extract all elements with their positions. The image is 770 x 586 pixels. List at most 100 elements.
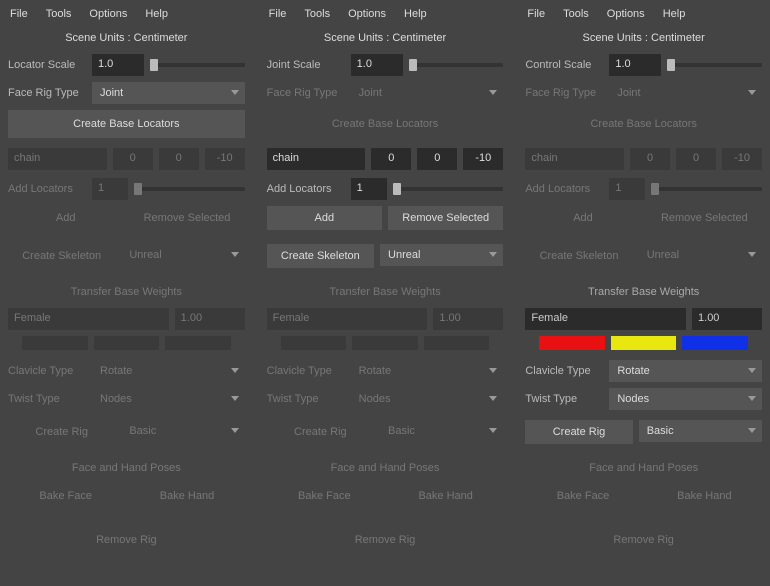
gender-input[interactable]: Female xyxy=(525,308,686,330)
scale-label: Joint Scale xyxy=(267,59,345,71)
facerig-label: Face Rig Type xyxy=(267,87,345,99)
scene-units-label: Scene Units : Centimeter xyxy=(267,28,504,54)
menu-file[interactable]: File xyxy=(10,8,28,20)
remove-rig-button: Remove Rig xyxy=(8,528,245,552)
addloc-slider xyxy=(651,187,762,191)
poses-header: Face and Hand Poses xyxy=(267,452,504,484)
create-base-button: Create Base Locators xyxy=(525,110,762,138)
addloc-value: 1 xyxy=(92,178,128,200)
add-button[interactable]: Add xyxy=(267,206,382,230)
weights-header: Transfer Base Weights xyxy=(525,276,762,308)
panel-locators: File Tools Options Help Scene Units : Ce… xyxy=(0,0,253,586)
create-skeleton-button: Create Skeleton xyxy=(8,244,115,268)
menu-help[interactable]: Help xyxy=(663,8,686,20)
rigmode-dropdown: Basic xyxy=(380,420,503,442)
bake-face-button: Bake Face xyxy=(267,484,382,508)
facerig-dropdown[interactable]: Joint xyxy=(92,82,245,104)
poses-header: Face and Hand Poses xyxy=(8,452,245,484)
create-base-button: Create Base Locators xyxy=(267,110,504,138)
create-rig-button: Create Rig xyxy=(8,420,115,444)
panel-skeleton: File Tools Options Help Scene Units : Ce… xyxy=(259,0,512,586)
twist-dropdown: Nodes xyxy=(351,388,504,410)
gender-value[interactable]: 1.00 xyxy=(692,308,762,330)
add-button: Add xyxy=(525,206,640,230)
addloc-value[interactable]: 1 xyxy=(351,178,387,200)
menubar: File Tools Options Help xyxy=(525,4,762,28)
engine-dropdown[interactable]: Unreal xyxy=(380,244,503,266)
facerig-label: Face Rig Type xyxy=(525,87,603,99)
chain-name-input: chain xyxy=(525,148,624,170)
addloc-value: 1 xyxy=(609,178,645,200)
scale-slider[interactable] xyxy=(409,63,504,67)
menu-tools[interactable]: Tools xyxy=(304,8,330,20)
menu-options[interactable]: Options xyxy=(607,8,645,20)
menu-tools[interactable]: Tools xyxy=(563,8,589,20)
chain-a: 0 xyxy=(630,148,670,170)
swatch-blue[interactable] xyxy=(682,336,748,350)
menubar: File Tools Options Help xyxy=(8,4,245,28)
remove-rig-button: Remove Rig xyxy=(267,528,504,552)
chain-a: 0 xyxy=(113,148,153,170)
rigmode-dropdown[interactable]: Basic xyxy=(639,420,762,442)
menu-tools[interactable]: Tools xyxy=(46,8,72,20)
menu-help[interactable]: Help xyxy=(145,8,168,20)
create-rig-button[interactable]: Create Rig xyxy=(525,420,632,444)
add-button: Add xyxy=(8,206,123,230)
remove-button[interactable]: Remove Selected xyxy=(388,206,503,230)
chain-c[interactable]: -10 xyxy=(463,148,503,170)
scale-label: Control Scale xyxy=(525,59,603,71)
menu-help[interactable]: Help xyxy=(404,8,427,20)
create-skeleton-button[interactable]: Create Skeleton xyxy=(267,244,374,268)
swatch-yellow[interactable] xyxy=(611,336,677,350)
gender-value: 1.00 xyxy=(175,308,245,330)
scale-input[interactable]: 1.0 xyxy=(92,54,144,76)
scene-units-label: Scene Units : Centimeter xyxy=(525,28,762,54)
engine-dropdown: Unreal xyxy=(639,244,762,266)
chain-b: 0 xyxy=(159,148,199,170)
swatch-blue xyxy=(165,336,231,350)
menu-options[interactable]: Options xyxy=(348,8,386,20)
create-rig-button: Create Rig xyxy=(267,420,374,444)
gender-input: Female xyxy=(8,308,169,330)
scale-input[interactable]: 1.0 xyxy=(609,54,661,76)
clavicle-label: Clavicle Type xyxy=(267,365,345,377)
swatch-yellow xyxy=(352,336,418,350)
chain-a[interactable]: 0 xyxy=(371,148,411,170)
chain-name-input[interactable]: chain xyxy=(267,148,366,170)
chain-b: 0 xyxy=(676,148,716,170)
create-base-button[interactable]: Create Base Locators xyxy=(8,110,245,138)
addloc-label: Add Locators xyxy=(8,183,86,195)
chain-b[interactable]: 0 xyxy=(417,148,457,170)
swatch-red[interactable] xyxy=(539,336,605,350)
twist-dropdown[interactable]: Nodes xyxy=(609,388,762,410)
menu-file[interactable]: File xyxy=(527,8,545,20)
swatch-blue xyxy=(424,336,490,350)
menu-file[interactable]: File xyxy=(269,8,287,20)
facerig-dropdown: Joint xyxy=(609,82,762,104)
twist-label: Twist Type xyxy=(267,393,345,405)
addloc-label: Add Locators xyxy=(525,183,603,195)
facerig-label: Face Rig Type xyxy=(8,87,86,99)
poses-header: Face and Hand Poses xyxy=(525,452,762,484)
create-skeleton-button: Create Skeleton xyxy=(525,244,632,268)
menu-options[interactable]: Options xyxy=(89,8,127,20)
chain-name-input: chain xyxy=(8,148,107,170)
clavicle-dropdown[interactable]: Rotate xyxy=(609,360,762,382)
scale-label: Locator Scale xyxy=(8,59,86,71)
scene-units-label: Scene Units : Centimeter xyxy=(8,28,245,54)
addloc-slider[interactable] xyxy=(393,187,504,191)
scale-slider[interactable] xyxy=(667,63,762,67)
panel-rig: File Tools Options Help Scene Units : Ce… xyxy=(517,0,770,586)
gender-input: Female xyxy=(267,308,428,330)
addloc-slider xyxy=(134,187,245,191)
scale-input[interactable]: 1.0 xyxy=(351,54,403,76)
twist-label: Twist Type xyxy=(8,393,86,405)
chain-c: -10 xyxy=(722,148,762,170)
swatch-red xyxy=(22,336,88,350)
menubar: File Tools Options Help xyxy=(267,4,504,28)
bake-hand-button: Bake Hand xyxy=(129,484,244,508)
twist-label: Twist Type xyxy=(525,393,603,405)
clavicle-label: Clavicle Type xyxy=(525,365,603,377)
facerig-dropdown: Joint xyxy=(351,82,504,104)
scale-slider[interactable] xyxy=(150,63,245,67)
